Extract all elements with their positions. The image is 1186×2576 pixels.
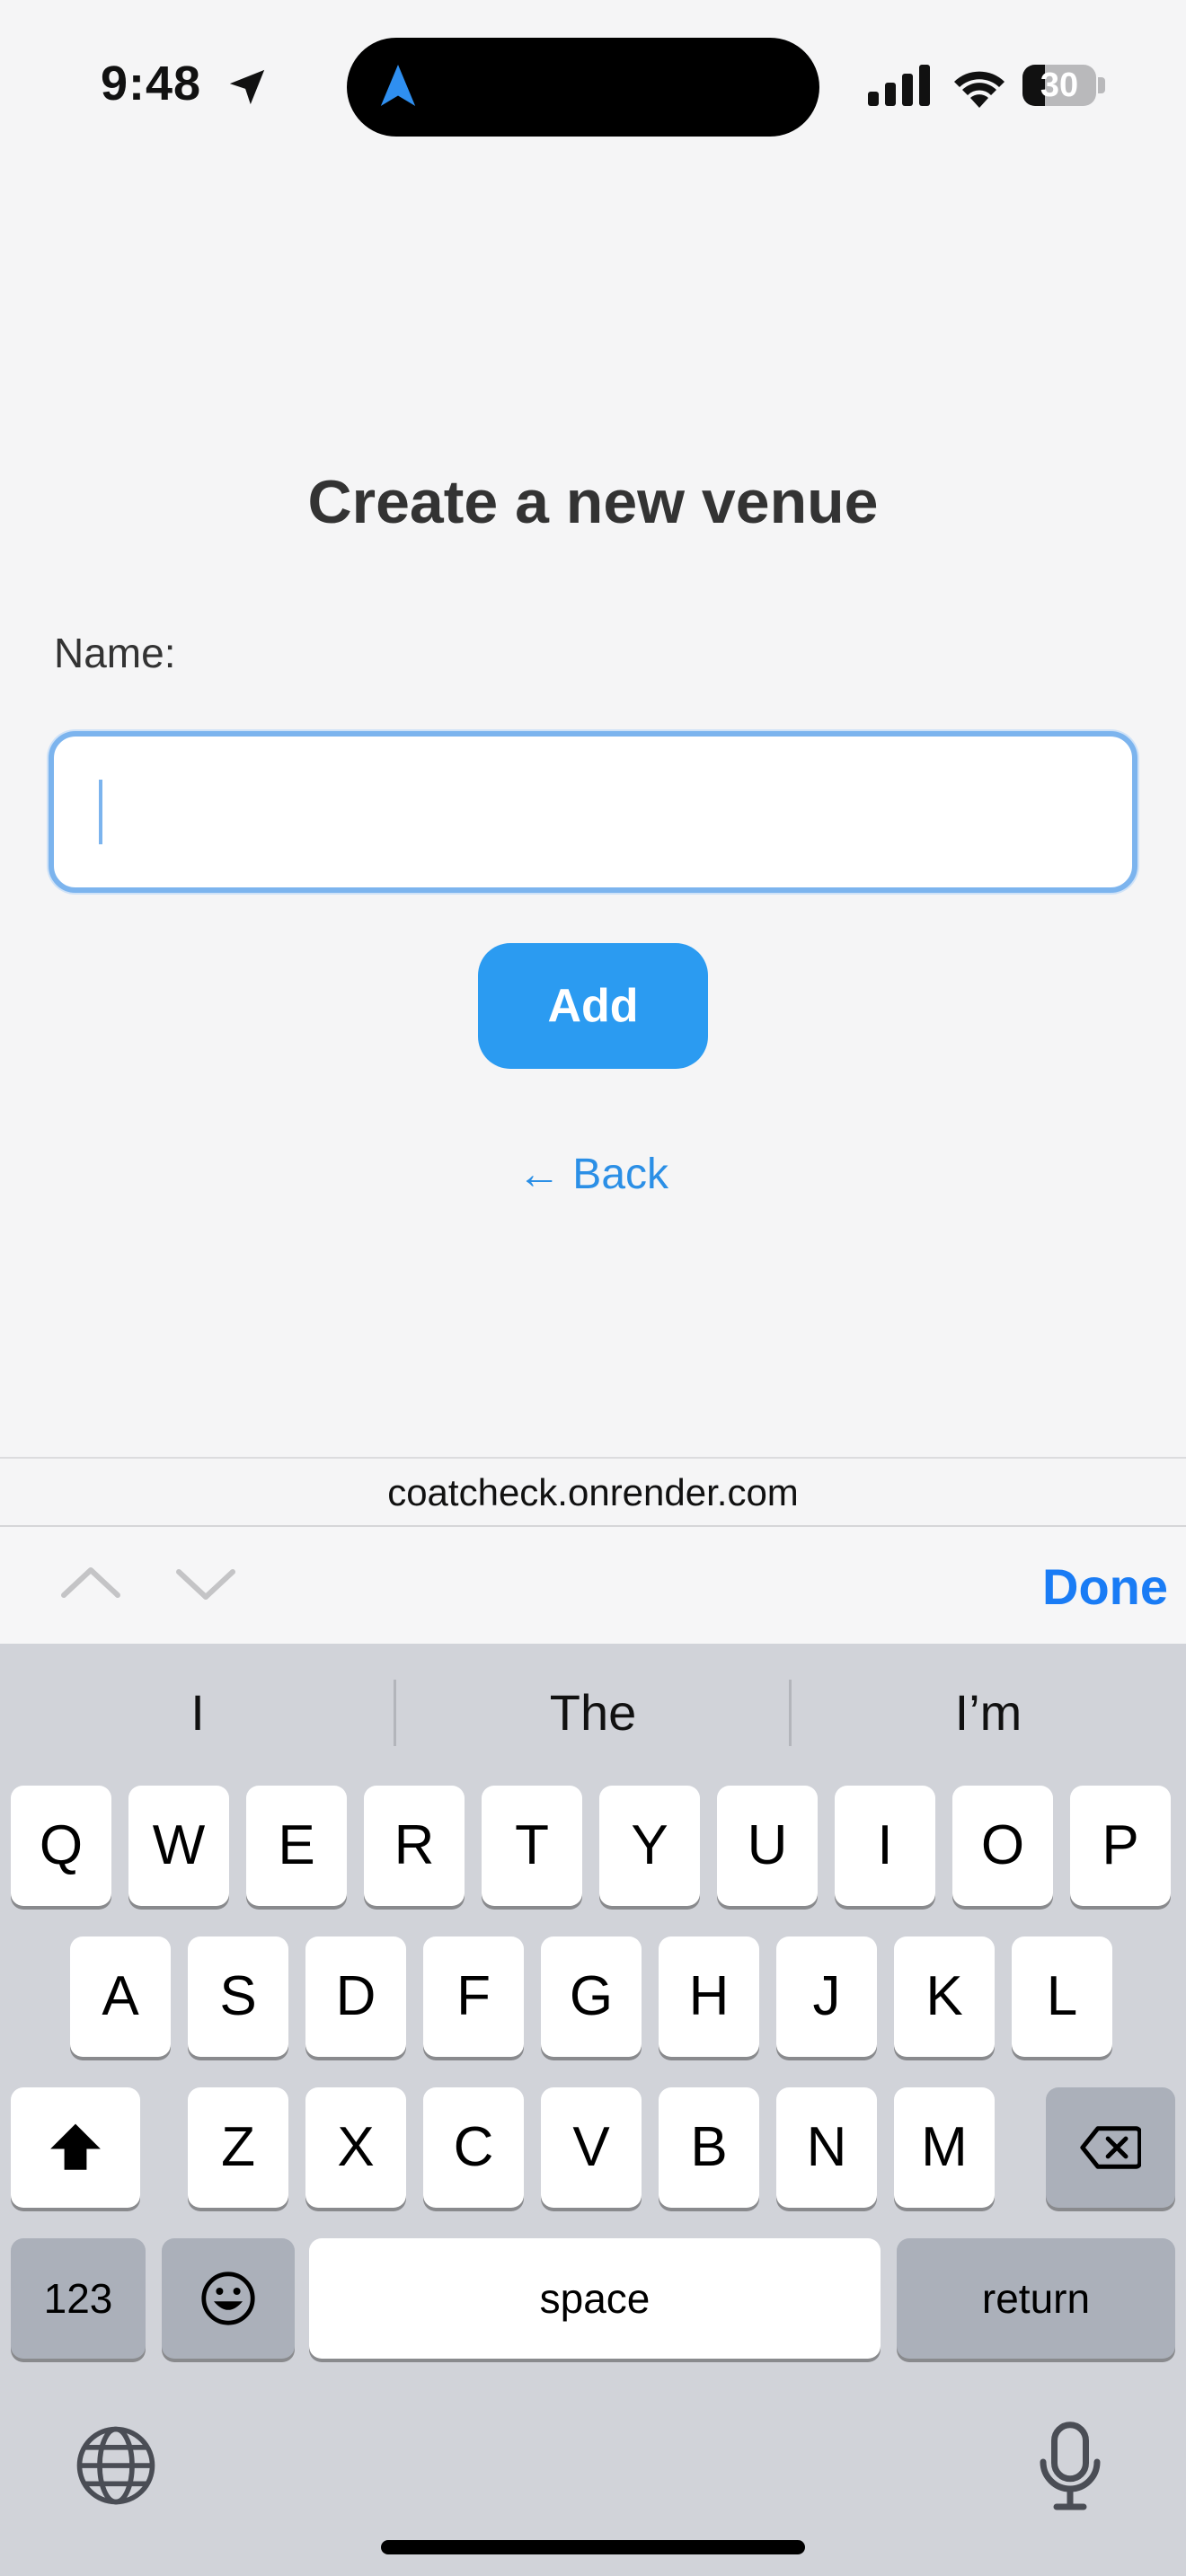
key-b[interactable]: B [659,2087,759,2208]
key-f[interactable]: F [423,1936,524,2057]
suggestion-2[interactable]: The [395,1672,791,1753]
key-t[interactable]: T [482,1786,582,1906]
chevron-down-icon[interactable] [174,1561,237,1606]
backspace-icon [1080,2126,1143,2169]
key-g[interactable]: G [541,1936,642,2057]
key-i[interactable]: I [835,1786,935,1906]
shift-key[interactable] [11,2087,140,2208]
key-q[interactable]: Q [11,1786,111,1906]
home-indicator [381,2540,805,2554]
globe-icon[interactable] [75,2425,156,2506]
page-title: Create a new venue [307,468,879,536]
battery-icon: 30 [1022,65,1096,106]
navigation-arrow-icon [380,65,416,106]
text-caret [99,780,102,844]
key-o[interactable]: O [952,1786,1053,1906]
key-s[interactable]: S [188,1936,288,2057]
name-label: Name: [54,630,176,676]
key-d[interactable]: D [305,1936,406,2057]
battery-tip [1098,77,1105,93]
key-r[interactable]: R [364,1786,465,1906]
emoji-icon [201,2272,255,2325]
name-input[interactable] [49,731,1137,893]
key-x[interactable]: X [305,2087,406,2208]
key-p[interactable]: P [1070,1786,1171,1906]
delete-key[interactable] [1046,2087,1175,2208]
key-h[interactable]: H [659,1936,759,2057]
wifi-icon [954,71,1005,108]
emoji-key[interactable] [162,2238,295,2359]
key-a[interactable]: A [70,1936,171,2057]
battery-percentage: 30 [1040,66,1079,104]
suggestion-1[interactable]: I [0,1672,395,1753]
key-m[interactable]: M [894,2087,995,2208]
shift-icon [50,2123,101,2170]
numbers-key[interactable]: 123 [11,2238,146,2359]
status-time: 9:48 [101,57,202,110]
key-c[interactable]: C [423,2087,524,2208]
chevron-up-icon[interactable] [59,1561,122,1606]
key-y[interactable]: Y [599,1786,700,1906]
key-v[interactable]: V [541,2087,642,2208]
key-z[interactable]: Z [188,2087,288,2208]
key-e[interactable]: E [246,1786,347,1906]
url-text: coatcheck.onrender.com [387,1471,799,1513]
key-l[interactable]: L [1012,1936,1112,2057]
cellular-signal-icon [868,65,930,106]
back-link[interactable]: ← Back [0,1150,1186,1199]
microphone-icon[interactable] [1039,2422,1102,2511]
key-k[interactable]: K [894,1936,995,2057]
key-n[interactable]: N [776,2087,877,2208]
key-w[interactable]: W [128,1786,229,1906]
add-button[interactable]: Add [478,943,708,1069]
location-arrow-icon [229,69,265,105]
key-u[interactable]: U [717,1786,818,1906]
url-bar[interactable]: coatcheck.onrender.com [0,1457,1186,1525]
space-key[interactable]: space [309,2238,881,2359]
suggestion-3[interactable]: I’m [791,1672,1186,1753]
done-button[interactable]: Done [988,1550,1168,1622]
return-key[interactable]: return [897,2238,1175,2359]
key-j[interactable]: J [776,1936,877,2057]
